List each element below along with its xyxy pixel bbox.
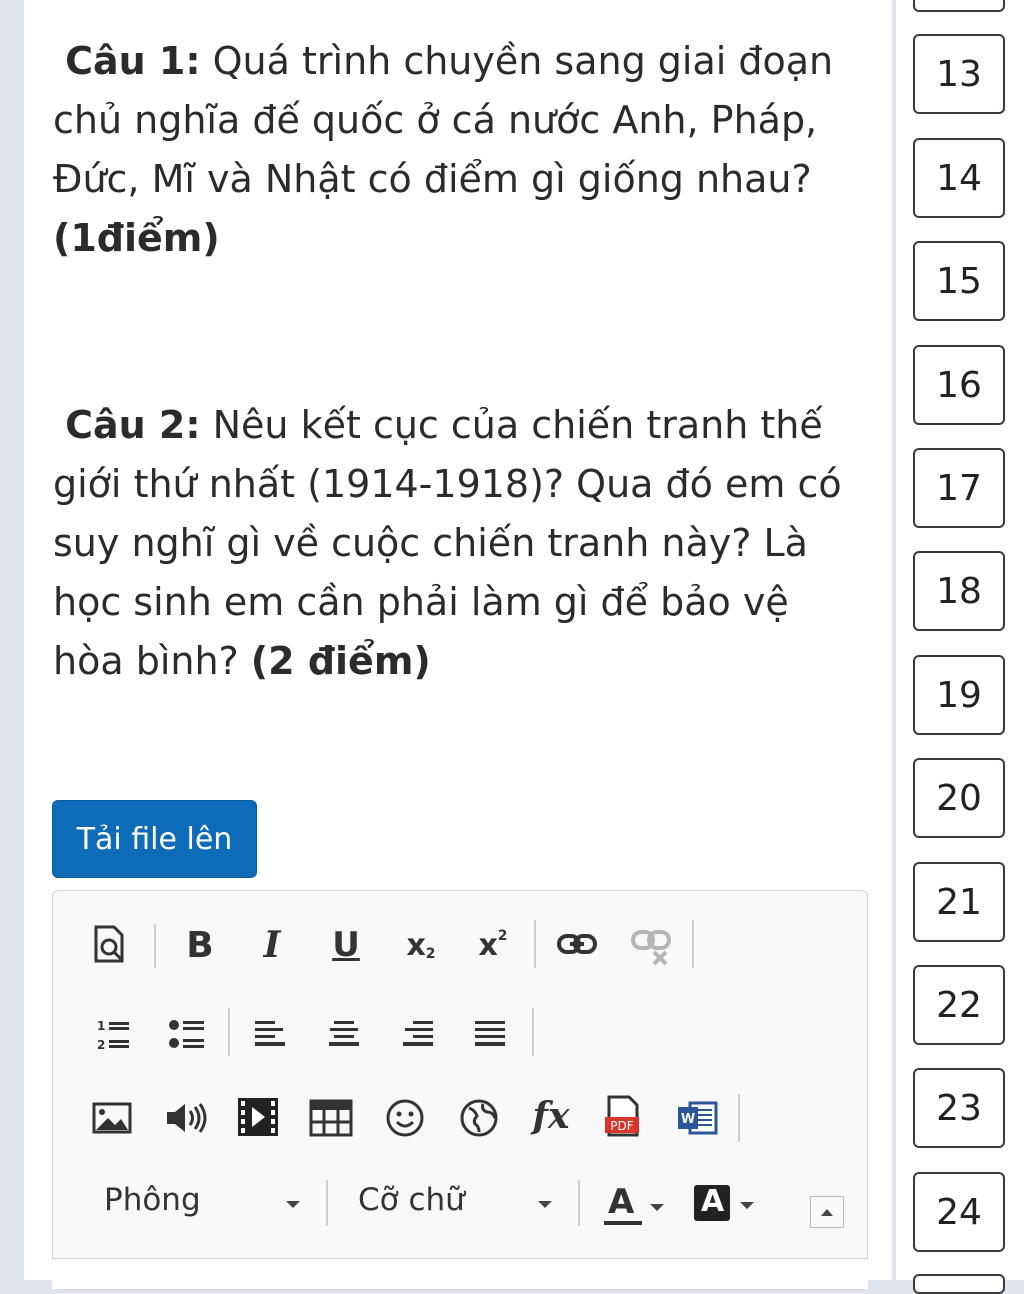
align-justify-icon[interactable] (470, 1014, 510, 1054)
collapse-toolbar-button[interactable] (810, 1196, 844, 1228)
question-2-label: Câu 2: (65, 403, 201, 447)
question-number-13[interactable]: 13 (913, 34, 1005, 114)
question-number-15[interactable]: 15 (913, 241, 1005, 321)
numbered-list-icon[interactable]: 12 (92, 1012, 134, 1056)
question-number-17[interactable]: 17 (913, 448, 1005, 528)
question-2: Câu 2: Nêu kết cục của chiến tranh thế g… (53, 396, 853, 691)
question-number-19[interactable]: 19 (913, 655, 1005, 735)
question-2-points: (2 điểm) (250, 639, 431, 683)
question-number-23[interactable]: 23 (913, 1068, 1005, 1148)
preview-icon[interactable] (90, 922, 130, 966)
upload-file-button[interactable]: Tải file lên (52, 800, 257, 878)
rich-text-editor (52, 890, 868, 1290)
chevron-down-icon (538, 1201, 552, 1208)
table-icon[interactable] (308, 1096, 354, 1140)
question-number-20[interactable]: 20 (913, 758, 1005, 838)
pdf-label: PDF (610, 1119, 633, 1133)
font-family-dropdown[interactable]: Phông (92, 1178, 312, 1228)
font-size-dropdown[interactable]: Cỡ chữ (344, 1178, 564, 1228)
question-number-24[interactable]: 24 (913, 1172, 1005, 1252)
subscript-button[interactable]: x2 (396, 922, 446, 968)
svg-text:1: 1 (97, 1019, 105, 1033)
audio-icon[interactable] (164, 1096, 208, 1140)
question-number-button[interactable] (913, 1274, 1005, 1294)
word-label: W (681, 1112, 695, 1127)
subscript-x: x (406, 927, 426, 963)
bullet-list-icon[interactable] (166, 1012, 208, 1056)
underline-button[interactable]: U (322, 922, 370, 968)
chevron-down-icon (740, 1202, 754, 1209)
superscript-2: 2 (497, 928, 508, 944)
question-1-label: Câu 1: (65, 39, 201, 83)
chevron-up-icon (821, 1209, 833, 1216)
text-color-a: A (608, 1182, 635, 1222)
globe-icon[interactable] (456, 1096, 502, 1140)
unlink-icon[interactable] (628, 924, 674, 968)
superscript-x: x (478, 927, 498, 963)
svg-text:2: 2 (97, 1038, 105, 1052)
emoji-icon[interactable] (382, 1096, 428, 1140)
background-color-a: A (701, 1184, 725, 1219)
italic-button[interactable]: I (250, 922, 294, 968)
align-right-icon[interactable] (398, 1014, 438, 1054)
align-left-icon[interactable] (250, 1014, 290, 1054)
background-color-button[interactable]: A (692, 1182, 762, 1228)
question-number-16[interactable]: 16 (913, 345, 1005, 425)
superscript-button[interactable]: x2 (468, 922, 518, 968)
question-number-button[interactable] (913, 0, 1005, 12)
question-1: Câu 1: Quá trình chuyền sang giai đoạn c… (53, 32, 853, 268)
font-family-label: Phông (104, 1182, 201, 1218)
question-number-22[interactable]: 22 (913, 965, 1005, 1045)
question-number-14[interactable]: 14 (913, 138, 1005, 218)
link-icon[interactable] (554, 924, 600, 964)
text-color-bar (604, 1221, 642, 1225)
align-center-icon[interactable] (324, 1014, 364, 1054)
chevron-down-icon (650, 1204, 664, 1211)
image-icon[interactable] (90, 1096, 134, 1140)
font-size-label: Cỡ chữ (358, 1182, 465, 1218)
video-icon[interactable] (236, 1094, 280, 1140)
question-number-21[interactable]: 21 (913, 862, 1005, 942)
question-number-18[interactable]: 18 (913, 551, 1005, 631)
pdf-icon[interactable]: PDF (600, 1094, 646, 1140)
editor-content-area[interactable] (52, 1258, 868, 1289)
question-1-points: (1điểm) (53, 216, 220, 260)
bold-button[interactable]: B (178, 922, 222, 968)
word-icon[interactable]: W (674, 1096, 720, 1140)
formula-button[interactable]: fx (526, 1092, 576, 1140)
text-color-button[interactable]: A (600, 1180, 670, 1228)
chevron-down-icon (286, 1201, 300, 1208)
subscript-2: 2 (425, 946, 436, 962)
